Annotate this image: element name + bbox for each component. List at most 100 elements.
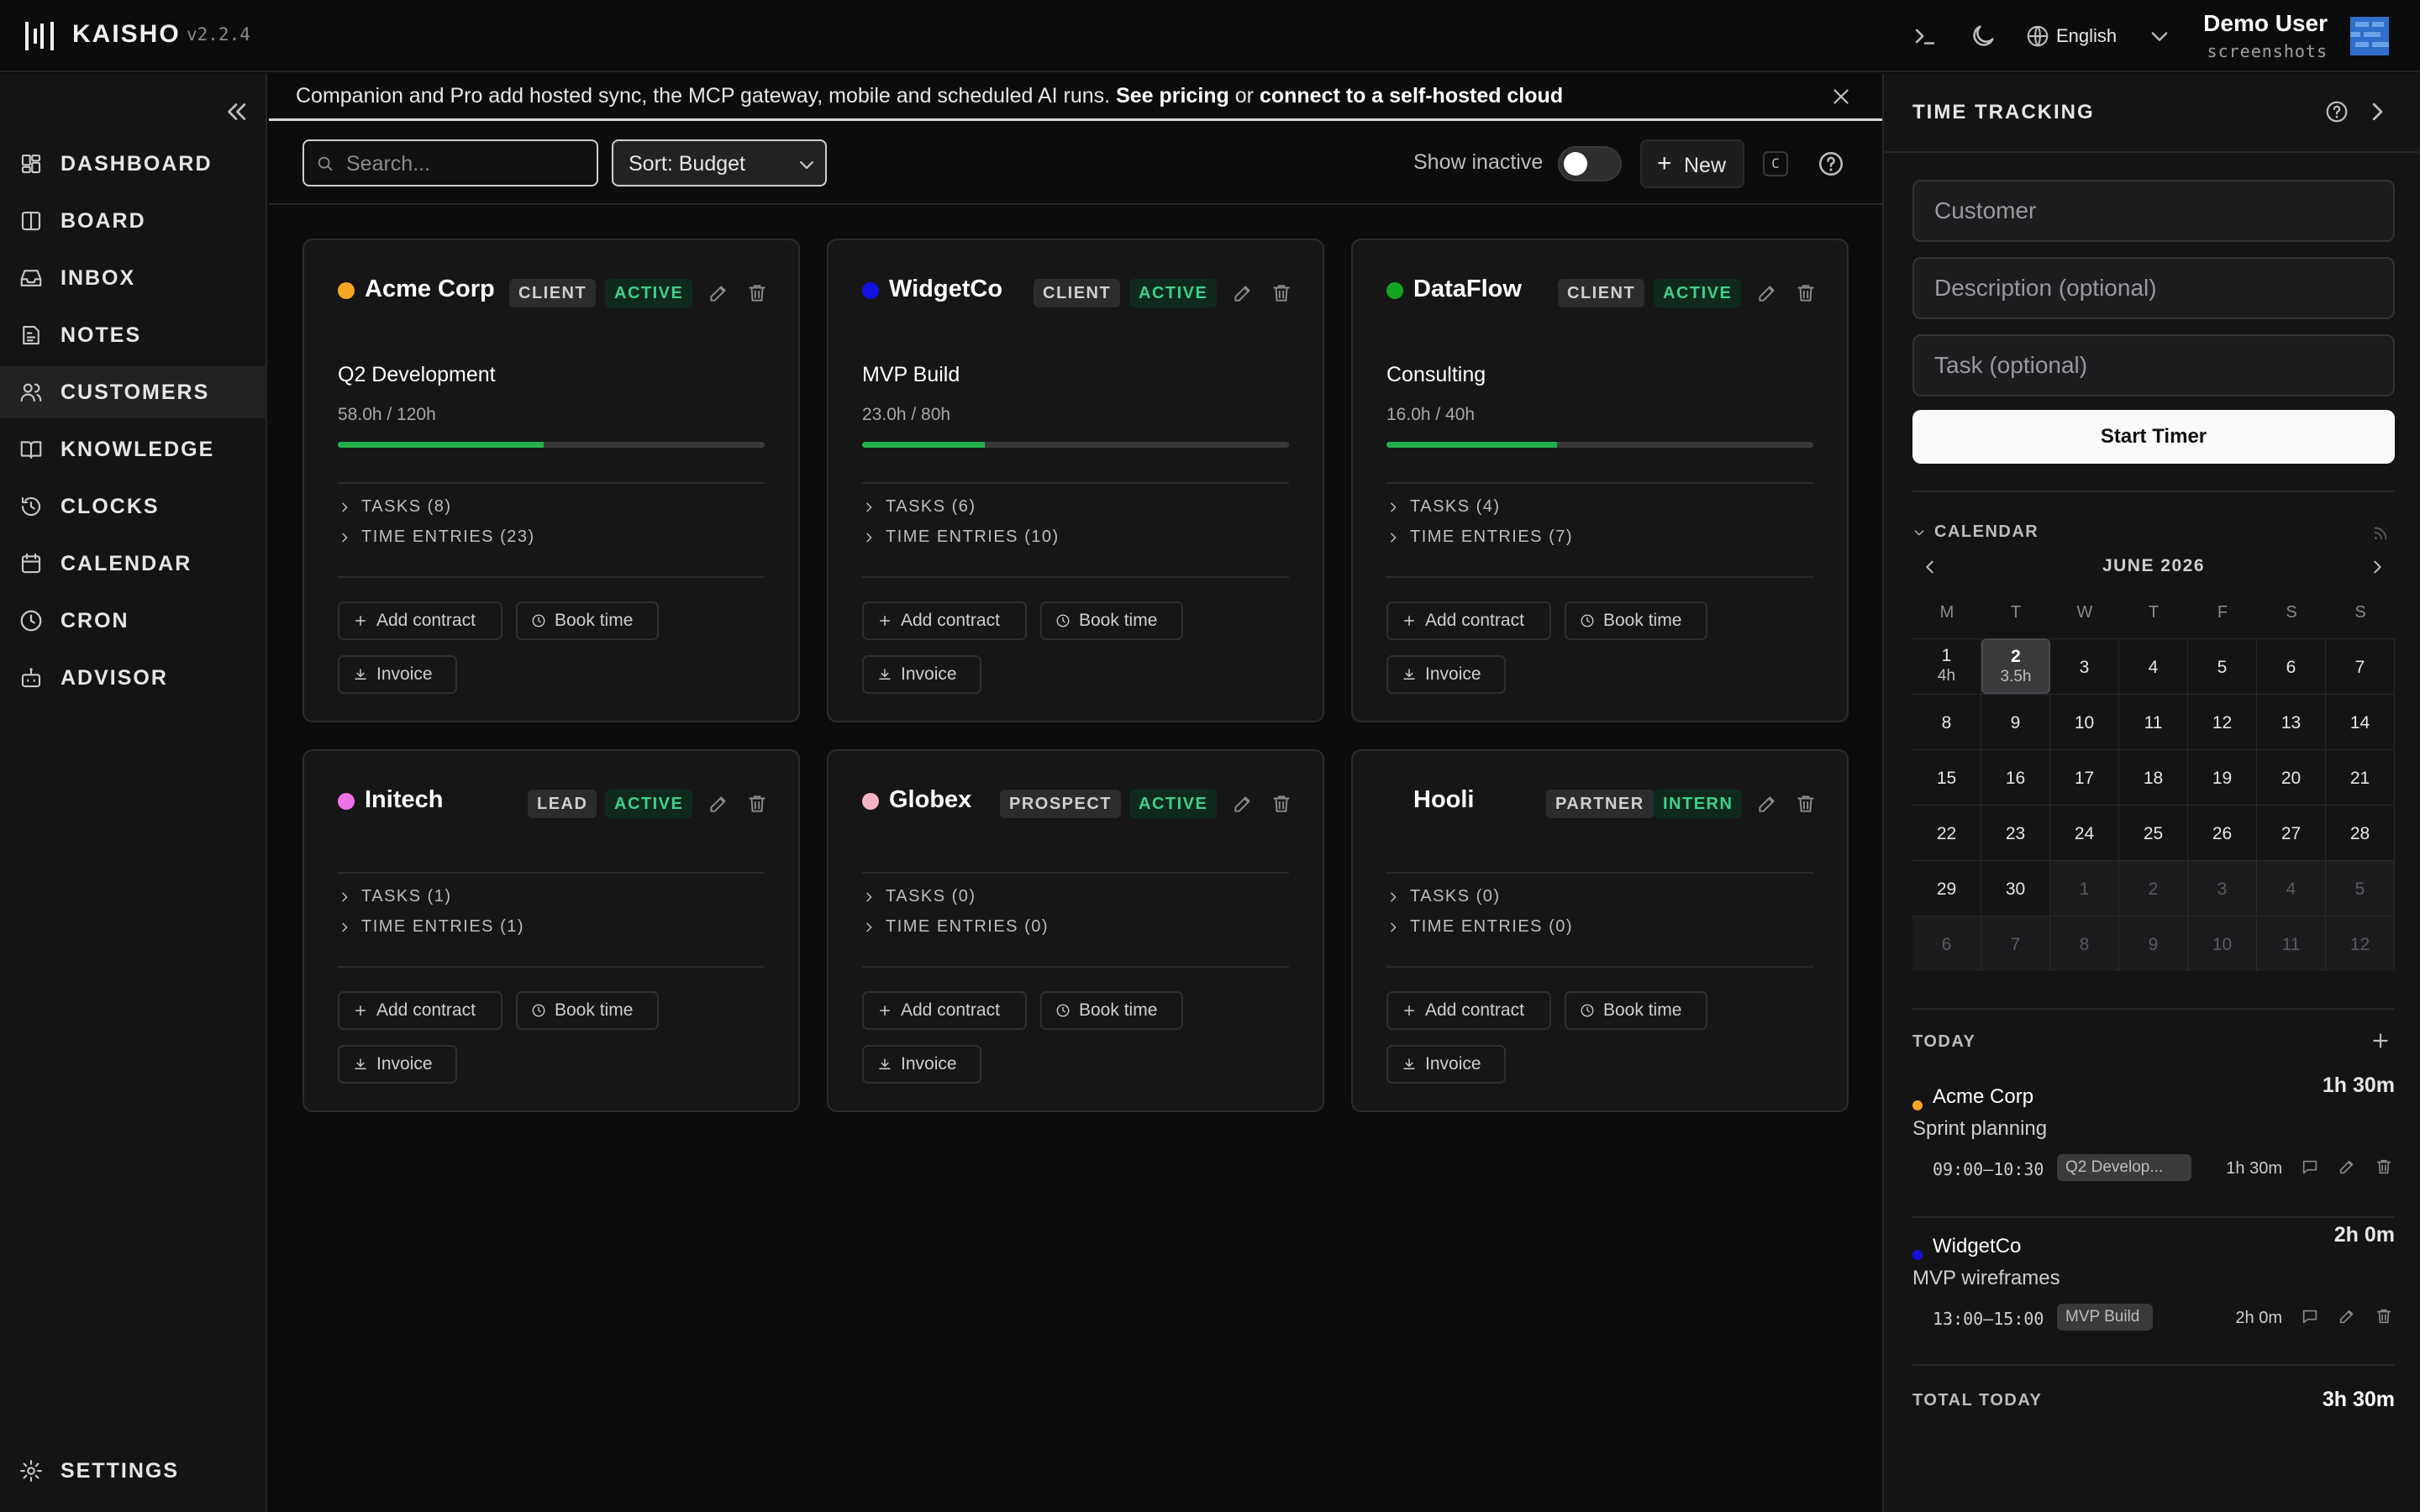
calendar-day[interactable]: 1 4h xyxy=(1912,638,1981,694)
calendar-day[interactable]: 8 xyxy=(1912,694,1981,749)
calendar-day[interactable]: 11 xyxy=(2257,916,2326,971)
customer-field[interactable] xyxy=(1912,180,2395,242)
calendar-day[interactable]: 26 xyxy=(2188,805,2257,860)
time-entries-expander[interactable]: TIME ENTRIES (0) xyxy=(862,917,1049,937)
time-entries-expander[interactable]: TIME ENTRIES (10) xyxy=(862,528,1060,547)
calendar-day[interactable]: 15 xyxy=(1912,749,1981,805)
chevron-right-icon[interactable] xyxy=(2365,99,2390,124)
add-contract-button[interactable]: Add contract xyxy=(338,991,502,1030)
calendar-day[interactable]: 3 xyxy=(2188,860,2257,916)
calendar-day[interactable]: 6 xyxy=(2257,638,2326,694)
add-contract-button[interactable]: Add contract xyxy=(1386,601,1551,640)
calendar-day[interactable]: 22 xyxy=(1912,805,1981,860)
close-icon[interactable] xyxy=(1828,84,1854,109)
calendar-day[interactable]: 28 xyxy=(2326,805,2395,860)
edit-icon[interactable] xyxy=(708,282,729,304)
new-customer-button[interactable]: + New xyxy=(1640,139,1744,188)
calendar-day[interactable]: 27 xyxy=(2257,805,2326,860)
calendar-day[interactable]: 11 xyxy=(2119,694,2188,749)
search-input[interactable] xyxy=(346,148,590,180)
invoice-button[interactable]: Invoice xyxy=(862,1045,981,1084)
add-contract-button[interactable]: Add contract xyxy=(338,601,502,640)
contract-chip[interactable]: Q2 Develop... xyxy=(2057,1154,2191,1181)
trash-icon[interactable] xyxy=(1270,793,1292,815)
customer-name[interactable]: Globex xyxy=(889,786,971,814)
see-pricing-link[interactable]: See pricing xyxy=(1116,84,1229,108)
help-icon[interactable] xyxy=(2324,99,2349,124)
trash-icon[interactable] xyxy=(746,793,768,815)
calendar-day[interactable]: 21 xyxy=(2326,749,2395,805)
calendar-day[interactable]: 16 xyxy=(1981,749,2050,805)
edit-icon[interactable] xyxy=(708,793,729,815)
time-entries-expander[interactable]: TIME ENTRIES (7) xyxy=(1386,528,1573,547)
customer-name[interactable]: WidgetCo xyxy=(889,276,1002,303)
sidebar-item-knowledge[interactable]: KNOWLEDGE xyxy=(0,423,267,475)
calendar-day[interactable]: 9 xyxy=(1981,694,2050,749)
calendar-day-selected[interactable]: 2 3.5h xyxy=(1981,638,2050,694)
calendar-day[interactable]: 2 xyxy=(2119,860,2188,916)
customer-name[interactable]: Acme Corp xyxy=(365,276,495,303)
start-timer-button[interactable]: Start Timer xyxy=(1912,410,2395,464)
sidebar-item-settings[interactable]: SETTINGS xyxy=(0,1445,267,1497)
calendar-day[interactable]: 7 xyxy=(2326,638,2395,694)
calendar-day[interactable]: 29 xyxy=(1912,860,1981,916)
tasks-expander[interactable]: TASKS (6) xyxy=(862,497,976,517)
calendar-day[interactable]: 5 xyxy=(2326,860,2395,916)
theme-moon-icon[interactable] xyxy=(1969,22,1997,50)
edit-icon[interactable] xyxy=(2338,1307,2356,1326)
time-entries-expander[interactable]: TIME ENTRIES (0) xyxy=(1386,917,1573,937)
contract-title[interactable]: MVP Build xyxy=(862,363,960,387)
trash-icon[interactable] xyxy=(1795,793,1817,815)
edit-icon[interactable] xyxy=(1756,282,1778,304)
book-time-button[interactable]: Book time xyxy=(516,601,659,640)
edit-icon[interactable] xyxy=(1756,793,1778,815)
sidebar-item-inbox[interactable]: INBOX xyxy=(0,252,267,304)
time-entries-expander[interactable]: TIME ENTRIES (23) xyxy=(338,528,535,547)
calendar-day[interactable]: 17 xyxy=(2050,749,2119,805)
contract-chip[interactable]: MVP Build xyxy=(2057,1304,2153,1331)
contract-title[interactable]: Q2 Development xyxy=(338,363,496,387)
self-hosted-link[interactable]: connect to a self-hosted cloud xyxy=(1260,84,1563,108)
invoice-button[interactable]: Invoice xyxy=(1386,655,1506,694)
calendar-day[interactable]: 1 xyxy=(2050,860,2119,916)
trash-icon[interactable] xyxy=(2375,1158,2393,1176)
add-contract-button[interactable]: Add contract xyxy=(1386,991,1551,1030)
calendar-day[interactable]: 5 xyxy=(2188,638,2257,694)
contract-title[interactable]: Consulting xyxy=(1386,363,1486,387)
calendar-day[interactable]: 9 xyxy=(2119,916,2188,971)
calendar-day[interactable]: 24 xyxy=(2050,805,2119,860)
sidebar-item-notes[interactable]: NOTES xyxy=(0,309,267,361)
trash-icon[interactable] xyxy=(2375,1307,2393,1326)
calendar-toggle[interactable]: CALENDAR xyxy=(1912,522,2039,542)
time-entries-expander[interactable]: TIME ENTRIES (1) xyxy=(338,917,524,937)
comment-icon[interactable] xyxy=(2301,1307,2319,1326)
trash-icon[interactable] xyxy=(1795,282,1817,304)
calendar-day[interactable]: 10 xyxy=(2188,916,2257,971)
trash-icon[interactable] xyxy=(1270,282,1292,304)
next-month-icon[interactable] xyxy=(2368,558,2386,576)
book-time-button[interactable]: Book time xyxy=(1565,991,1707,1030)
sidebar-item-clocks[interactable]: CLOCKS xyxy=(0,480,267,533)
language-select[interactable]: English xyxy=(2056,25,2117,47)
customer-name[interactable]: Initech xyxy=(365,786,443,814)
tasks-expander[interactable]: TASKS (8) xyxy=(338,497,452,517)
task-field[interactable] xyxy=(1912,334,2395,396)
calendar-day[interactable]: 25 xyxy=(2119,805,2188,860)
tasks-expander[interactable]: TASKS (4) xyxy=(1386,497,1501,517)
add-entry-icon[interactable] xyxy=(2370,1030,2391,1052)
invoice-button[interactable]: Invoice xyxy=(1386,1045,1506,1084)
sidebar-item-calendar[interactable]: CALENDAR xyxy=(0,538,267,590)
sort-select[interactable]: Sort: Budget xyxy=(612,139,827,186)
description-field[interactable] xyxy=(1912,257,2395,319)
calendar-day[interactable]: 6 xyxy=(1912,916,1981,971)
customer-name[interactable]: DataFlow xyxy=(1413,276,1522,303)
user-name[interactable]: Demo User xyxy=(2126,10,2328,37)
book-time-button[interactable]: Book time xyxy=(516,991,659,1030)
invoice-button[interactable]: Invoice xyxy=(338,1045,457,1084)
calendar-day[interactable]: 12 xyxy=(2188,694,2257,749)
comment-icon[interactable] xyxy=(2301,1158,2319,1176)
calendar-day[interactable]: 3 xyxy=(2050,638,2119,694)
calendar-day[interactable]: 8 xyxy=(2050,916,2119,971)
tasks-expander[interactable]: TASKS (0) xyxy=(862,887,976,906)
invoice-button[interactable]: Invoice xyxy=(862,655,981,694)
